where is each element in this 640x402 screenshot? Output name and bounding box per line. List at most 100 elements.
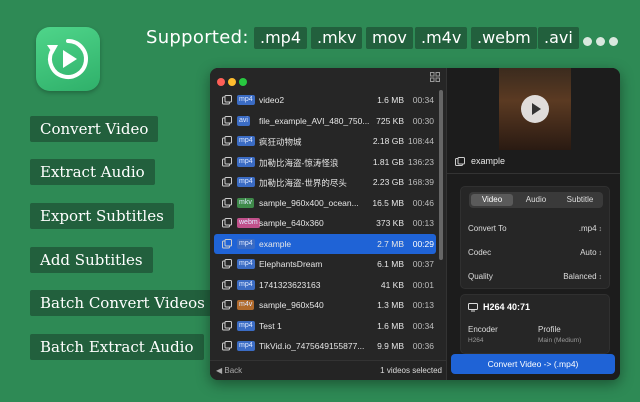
tab-video[interactable]: Video bbox=[471, 194, 513, 206]
file-list-scrollbar[interactable] bbox=[439, 90, 443, 260]
file-name: 1741323623163 bbox=[259, 280, 371, 290]
file-name: ElephantsDream bbox=[259, 259, 371, 269]
close-window-button[interactable] bbox=[217, 78, 225, 86]
file-duration: 136:23 bbox=[408, 157, 434, 167]
monitor-icon bbox=[468, 303, 478, 312]
video-file-icon bbox=[222, 280, 232, 290]
feature-add-subtitles: Add Subtitles bbox=[30, 247, 153, 273]
video-file-icon bbox=[222, 95, 232, 105]
bottom-bar: ◀ Back 1 videos selected bbox=[210, 360, 446, 380]
file-size: 1.6 MB bbox=[377, 321, 404, 331]
format-badge: mp4 bbox=[237, 177, 255, 187]
file-row[interactable]: webmsample_640x360 373 KB 00:13 bbox=[214, 213, 436, 234]
file-duration: 00:34 bbox=[413, 321, 434, 331]
file-duration: 00:13 bbox=[413, 300, 434, 310]
file-size: 373 KB bbox=[376, 218, 404, 228]
tab-audio[interactable]: Audio bbox=[515, 194, 557, 206]
file-size: 1.6 MB bbox=[377, 95, 404, 105]
file-duration: 00:37 bbox=[413, 259, 434, 269]
play-button[interactable] bbox=[521, 95, 549, 123]
video-file-icon bbox=[222, 259, 232, 269]
feature-batch-extract-audio: Batch Extract Audio bbox=[30, 334, 204, 360]
format-badge: mp4 bbox=[237, 95, 255, 105]
selection-count: 1 videos selected bbox=[380, 366, 442, 375]
file-name: file_example_AVI_480_750... bbox=[259, 116, 371, 126]
format-badge: webm bbox=[237, 218, 260, 228]
file-list-pane: mp4video21.6 MB00:34 avi file_example_AVI_… bbox=[210, 68, 446, 380]
file-row[interactable]: mp4疯狂动物城2.18 GB108:44 bbox=[214, 131, 436, 152]
file-size: 2.7 MB bbox=[377, 239, 404, 249]
back-button[interactable]: ◀ Back bbox=[216, 366, 242, 375]
layout-grid-icon[interactable] bbox=[430, 72, 440, 82]
file-duration: 00:46 bbox=[413, 198, 434, 208]
profile-value: Main (Medium) bbox=[538, 337, 581, 344]
file-name: sample_640x360 bbox=[259, 218, 371, 228]
settings-panel: Video Audio Subtitle Convert To .mp4 Cod… bbox=[460, 186, 610, 289]
quality-row: Quality Balanced bbox=[468, 272, 602, 281]
codec-select[interactable]: Auto bbox=[580, 248, 602, 257]
format-chip: .avi bbox=[538, 27, 579, 49]
format-badge: avi bbox=[237, 116, 250, 126]
convert-to-label: Convert To bbox=[468, 224, 507, 233]
preview-title: example bbox=[471, 156, 505, 166]
file-duration: 00:29 bbox=[413, 239, 434, 249]
file-duration: 108:44 bbox=[408, 136, 434, 146]
format-chip: .m4v bbox=[415, 27, 467, 49]
video-info-panel: H264 40:71 Encoder H264 Profile Main (Me… bbox=[460, 294, 610, 354]
file-duration: 00:36 bbox=[413, 341, 434, 351]
file-row[interactable]: m4vsample_960x5401.3 MB00:13 bbox=[214, 295, 436, 316]
video-file-icon bbox=[222, 300, 232, 310]
format-chip: mov bbox=[366, 27, 413, 49]
format-badge: m4v bbox=[237, 300, 254, 310]
video-file-icon bbox=[455, 157, 465, 167]
file-size: 41 KB bbox=[381, 280, 404, 290]
format-badge: mp4 bbox=[237, 259, 255, 269]
file-row[interactable]: mp4ElephantsDream6.1 MB00:37 bbox=[214, 254, 436, 275]
video-file-icon bbox=[222, 116, 232, 126]
video-preview bbox=[499, 68, 571, 150]
file-row[interactable]: avi file_example_AVI_480_750... 725 KB 00:3… bbox=[214, 111, 436, 132]
profile-label: Profile bbox=[538, 325, 561, 334]
app-icon bbox=[36, 27, 100, 91]
video-file-icon bbox=[222, 157, 232, 167]
file-row[interactable]: mkvsample_960x400_ocean...16.5 MB00:46 bbox=[214, 193, 436, 214]
encoder-label: Encoder bbox=[468, 325, 498, 334]
quality-label: Quality bbox=[468, 272, 493, 281]
file-row[interactable]: mp4加勒比海盗-世界的尽头2.23 GB168:39 bbox=[214, 172, 436, 193]
format-badge: mp4 bbox=[237, 280, 255, 290]
file-row[interactable]: mp4video21.6 MB00:34 bbox=[214, 90, 436, 111]
convert-to-select[interactable]: .mp4 bbox=[579, 224, 602, 233]
file-name: example bbox=[259, 239, 371, 249]
file-row[interactable]: mp4加勒比海盗-惊涛怪浪1.81 GB136:23 bbox=[214, 152, 436, 173]
video-file-icon bbox=[222, 198, 232, 208]
file-row[interactable]: mp4174132362316341 KB00:01 bbox=[214, 275, 436, 296]
file-size: 2.23 GB bbox=[373, 177, 404, 187]
codec-label: Codec bbox=[468, 248, 491, 257]
video-info-title-row: H264 40:71 bbox=[468, 302, 530, 312]
video-file-icon bbox=[222, 177, 232, 187]
video-file-icon bbox=[222, 239, 232, 249]
format-chip: .mkv bbox=[311, 27, 362, 49]
file-size: 725 KB bbox=[376, 116, 404, 126]
file-row[interactable]: mp4 example 2.7 MB 00:29 bbox=[214, 234, 436, 255]
minimize-window-button[interactable] bbox=[228, 78, 236, 86]
divider bbox=[447, 173, 620, 174]
quality-select[interactable]: Balanced bbox=[563, 272, 602, 281]
format-badge: mkv bbox=[237, 198, 254, 208]
format-badge: mp4 bbox=[237, 341, 255, 351]
back-label: Back bbox=[224, 366, 242, 375]
video-file-icon bbox=[222, 341, 232, 351]
file-duration: 00:30 bbox=[413, 116, 434, 126]
zoom-window-button[interactable] bbox=[239, 78, 247, 86]
format-badge: mp4 bbox=[237, 239, 255, 249]
file-row[interactable]: mp4TikVid.io_7475649155877...9.9 MB00:36 bbox=[214, 336, 436, 357]
encoder-value: H264 bbox=[468, 337, 484, 344]
file-row[interactable]: mp4Test 11.6 MB00:34 bbox=[214, 316, 436, 337]
format-badge: mp4 bbox=[237, 321, 255, 331]
convert-to-row: Convert To .mp4 bbox=[468, 224, 602, 233]
tab-subtitle[interactable]: Subtitle bbox=[559, 194, 601, 206]
file-name: sample_960x540 bbox=[259, 300, 371, 310]
file-name: sample_960x400_ocean... bbox=[259, 198, 371, 208]
file-duration: 00:13 bbox=[413, 218, 434, 228]
convert-video-button[interactable]: Convert Video -> (.mp4) bbox=[451, 354, 615, 374]
